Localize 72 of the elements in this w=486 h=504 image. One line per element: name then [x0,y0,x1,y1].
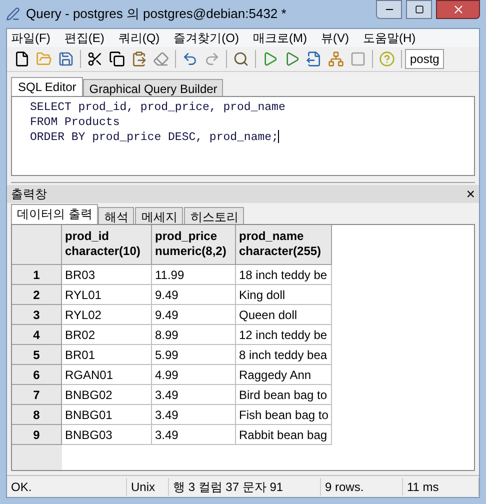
app-icon [6,7,20,21]
table-cell: 8.99 [152,325,236,345]
corner-cell [12,225,62,265]
row-header[interactable]: 1 [12,265,62,285]
status-text: 9 rows. [321,478,403,496]
maximize-icon [414,5,424,14]
menu-item[interactable]: 파일(F) [11,29,50,47]
window-title: Query - postgres 의 postgres@debian:5432 * [26,5,286,24]
table-cell: 3.49 [152,385,236,405]
tab[interactable]: 해석 [98,207,134,224]
table-cell: RYL01 [62,285,152,305]
column-header[interactable]: prod_id character(10) [62,225,152,265]
row-header[interactable]: 7 [12,385,62,405]
table-cell: RGAN01 [62,365,152,385]
column-header[interactable]: prod_price numeric(8,2) [152,225,236,265]
table-cell: 9.49 [152,305,236,325]
table-cell: BR03 [62,265,152,285]
status-text: Unix [127,478,169,496]
row-header-background [12,445,62,470]
table-cell: 9.49 [152,285,236,305]
menu-item[interactable]: 쿼리(Q) [118,29,160,47]
column-header[interactable]: prod_name character(255) [236,225,332,265]
tab[interactable]: 데이터의 출력 [11,204,98,224]
row-header[interactable]: 5 [12,345,62,365]
connection-select[interactable]: postg [405,49,444,69]
tab[interactable]: SQL Editor [11,77,84,96]
table-cell: BR02 [62,325,152,345]
table-cell: BNBG02 [62,385,152,405]
tab[interactable]: 히스토리 [184,207,244,224]
table-cell: 3.49 [152,425,236,445]
row-header[interactable]: 6 [12,365,62,385]
row-header[interactable]: 2 [12,285,62,305]
menu-item[interactable]: 매크로(M) [252,29,307,47]
status-text: OK. [7,478,127,496]
table-cell: Bird bean bag to [236,385,332,405]
panel-title: 출력창 [11,186,47,203]
tab[interactable]: Graphical Query Builder [83,79,224,96]
table-cell: Raggedy Ann [236,365,332,385]
menu-item[interactable]: 편집(E) [64,29,104,47]
close-icon [452,3,464,16]
maximize-button[interactable] [406,0,432,19]
code-line: ORDER BY prod_price DESC, prod_name; [30,130,280,145]
status-text: 행 3 컬럼 37 문자 91 [169,478,321,496]
table-cell: King doll [236,285,332,305]
sql-editor[interactable]: SELECT prod_id, prod_price, prod_name FROM Products ORDER BY prod_price DESC, prod_name; [11,96,475,176]
row-header[interactable]: 4 [12,325,62,345]
table-cell: BNBG01 [62,405,152,425]
status-text: 11 ms [403,478,479,496]
row-header[interactable]: 3 [12,305,62,325]
table-cell: RYL02 [62,305,152,325]
table-cell: Queen doll [236,305,332,325]
close-panel-button[interactable]: × [466,186,475,202]
code-line: SELECT prod_id, prod_price, prod_name [30,100,286,115]
menu-item[interactable]: 도움말(H) [362,29,416,47]
row-header[interactable]: 9 [12,425,62,445]
row-header[interactable]: 8 [12,405,62,425]
table-cell: Fish bean bag to [236,405,332,425]
table-cell: 12 inch teddy be [236,325,332,345]
table-cell: 5.99 [152,345,236,365]
menu-item[interactable]: 뷰(V) [320,29,349,47]
table-cell: 8 inch teddy bea [236,345,332,365]
close-button[interactable] [436,0,480,19]
table-cell: BR01 [62,345,152,365]
table-cell: BNBG03 [62,425,152,445]
table-cell: 11.99 [152,265,236,285]
table-cell: 18 inch teddy be [236,265,332,285]
table-cell: 4.99 [152,365,236,385]
menu-item[interactable]: 즐겨찾기(O) [174,29,239,47]
table-cell: Rabbit bean bag [236,425,332,445]
code-line: FROM Products [30,115,120,130]
tab[interactable]: 메세지 [135,207,184,224]
table-cell: 3.49 [152,405,236,425]
